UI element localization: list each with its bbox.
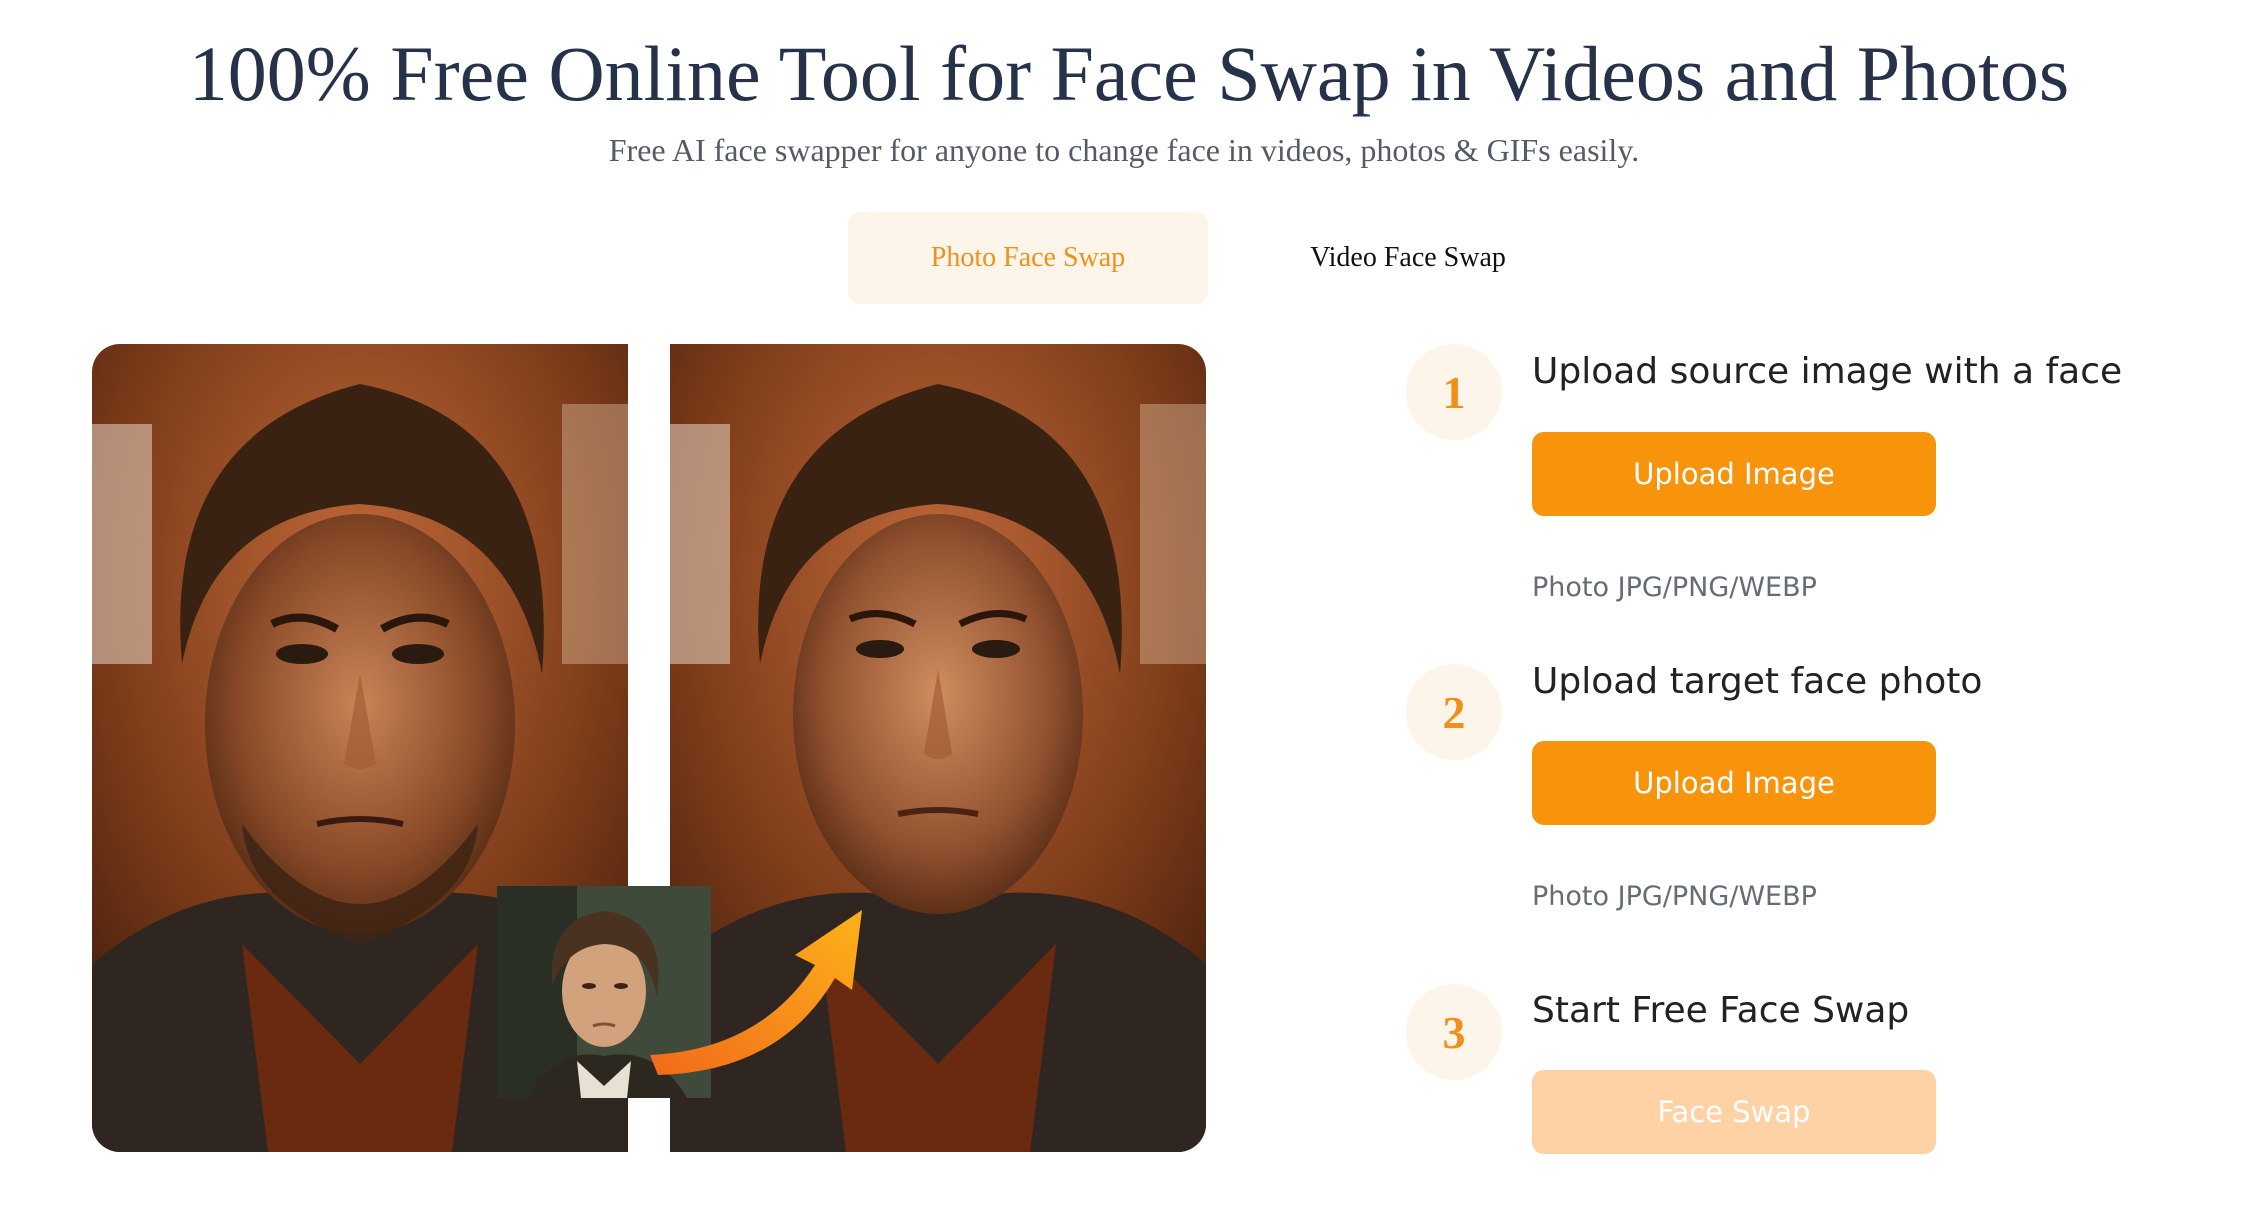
mode-tabs: Photo Face Swap Video Face Swap: [848, 212, 1608, 304]
upload-target-image-button[interactable]: Upload Image: [1532, 741, 1936, 825]
step-1-number: 1: [1406, 344, 1502, 440]
tab-video-face-swap[interactable]: Video Face Swap: [1208, 212, 1608, 304]
page: 100% Free Online Tool for Face Swap in V…: [0, 0, 2248, 1224]
step-2-number: 2: [1406, 664, 1502, 760]
step-2-title: Upload target face photo: [1532, 661, 1983, 702]
page-subtitle: Free AI face swapper for anyone to chang…: [608, 132, 1640, 168]
page-title: 100% Free Online Tool for Face Swap in V…: [188, 30, 2070, 117]
curved-arrow-icon: [640, 880, 880, 1080]
step-1-format-hint: Photo JPG/PNG/WEBP: [1532, 572, 1817, 603]
step-1-title: Upload source image with a face: [1532, 351, 2123, 392]
tab-photo-face-swap[interactable]: Photo Face Swap: [848, 212, 1208, 304]
upload-source-image-button[interactable]: Upload Image: [1532, 432, 1936, 516]
step-2-format-hint: Photo JPG/PNG/WEBP: [1532, 881, 1817, 912]
step-3-title: Start Free Face Swap: [1532, 990, 1910, 1031]
face-swap-button[interactable]: Face Swap: [1532, 1070, 1936, 1154]
step-3-number: 3: [1406, 984, 1502, 1080]
